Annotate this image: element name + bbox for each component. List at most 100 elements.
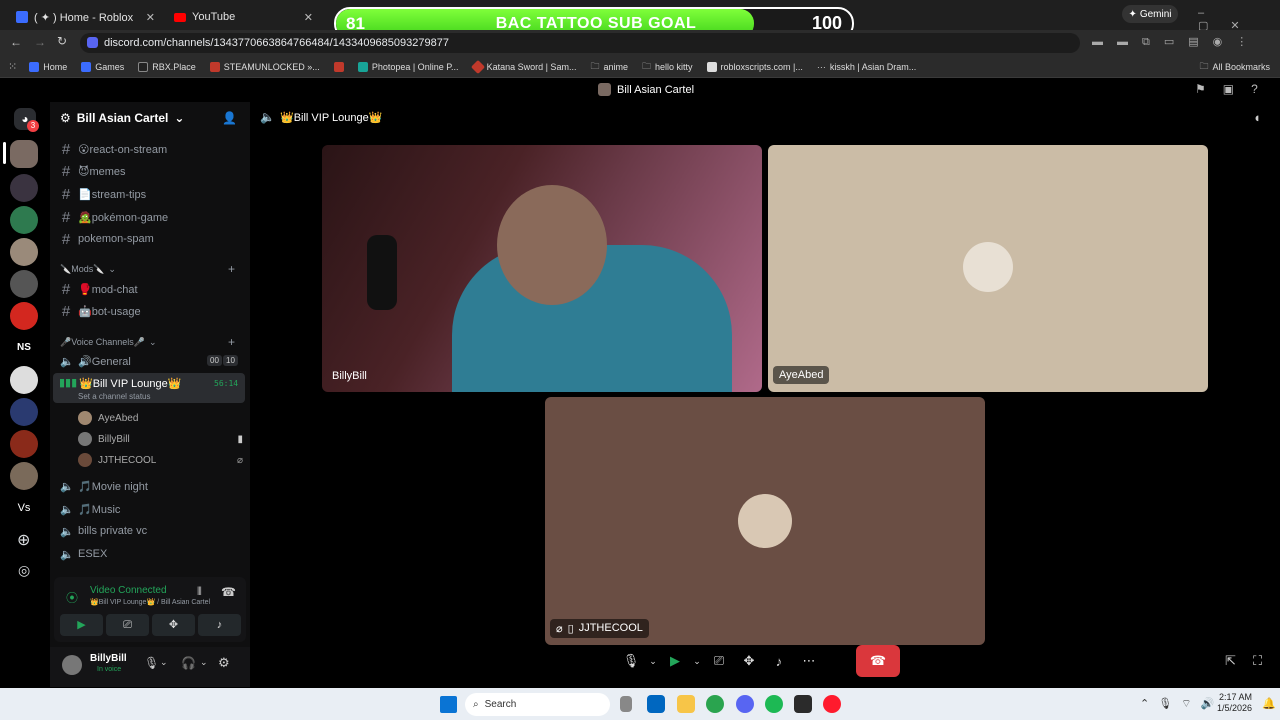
title-bar-icons[interactable]: ⚑▣? bbox=[1195, 82, 1275, 96]
server-icon[interactable] bbox=[10, 270, 38, 298]
tab-roblox[interactable]: ( ✦ ) Home - Roblox ✕ bbox=[8, 4, 163, 30]
chat-bubble-icon[interactable]: ◖ bbox=[1253, 110, 1261, 125]
voice-member[interactable]: JJTHECOOL ⌀ bbox=[78, 451, 243, 469]
server-icon[interactable] bbox=[10, 430, 38, 458]
all-bookmarks[interactable]: 🗀 All Bookmarks bbox=[1199, 59, 1270, 75]
server-ns[interactable]: NS bbox=[10, 334, 38, 362]
voice-channel-bills-private[interactable]: 🔈 bills private vc bbox=[60, 520, 245, 542]
spotify-icon[interactable] bbox=[765, 695, 783, 713]
channel-memes[interactable]: # 😈memes bbox=[60, 160, 245, 182]
voice-channel-music[interactable]: 🔈 🎵Music bbox=[60, 498, 245, 520]
close-tab-icon[interactable]: ✕ bbox=[146, 11, 155, 24]
camera-button[interactable]: ▶ bbox=[660, 646, 690, 676]
activities-button[interactable]: ✥ bbox=[734, 646, 764, 676]
disconnect-icon[interactable]: ☎ bbox=[221, 585, 236, 599]
address-bar[interactable]: discord.com/channels/1343770663864766484… bbox=[80, 33, 1080, 53]
add-server-icon[interactable]: ⊕ bbox=[17, 530, 30, 550]
channel-stream-tips[interactable]: # 📄stream-tips bbox=[60, 183, 245, 205]
activities-button[interactable]: ✥ bbox=[152, 614, 195, 636]
chevron-down-icon[interactable]: ⌄ bbox=[646, 646, 660, 676]
app-icon[interactable] bbox=[794, 695, 812, 713]
leave-call-button[interactable]: ☎ bbox=[856, 645, 900, 677]
discover-icon[interactable]: ◎ bbox=[18, 562, 30, 579]
bookmark-kisskh[interactable]: ··· kisskh | Asian Dram... bbox=[817, 62, 916, 72]
soundboard-button[interactable]: ♪ bbox=[198, 614, 241, 636]
bookmark-robloxscripts[interactable]: robloxscripts.com |... bbox=[706, 61, 803, 72]
settings-gear-icon[interactable]: ⚙ bbox=[218, 655, 230, 671]
voice-member[interactable]: BillyBill ▮ bbox=[78, 430, 243, 448]
fullscreen-icon[interactable]: ⛶ bbox=[1253, 653, 1262, 669]
bookmark-games[interactable]: Games bbox=[81, 61, 124, 72]
server-icon[interactable] bbox=[10, 398, 38, 426]
chevron-down-icon[interactable]: ⌄ bbox=[200, 657, 208, 668]
video-tile-billybill[interactable]: BillyBill bbox=[322, 145, 762, 392]
file-explorer-icon[interactable] bbox=[677, 695, 695, 713]
reload-icon[interactable]: ↻ bbox=[57, 34, 67, 48]
channel-mod-chat[interactable]: # 🥊mod-chat bbox=[60, 278, 245, 300]
channel-react-on-stream[interactable]: # 😮react-on-stream bbox=[60, 138, 245, 160]
channel-bot-usage[interactable]: # 🤖bot-usage bbox=[60, 300, 245, 322]
extension-icons[interactable]: ▬▬⧉▭▤◉⋮ bbox=[1092, 35, 1262, 49]
start-icon[interactable] bbox=[440, 696, 457, 713]
channel-pokemon-spam[interactable]: # pokemon-spam bbox=[60, 228, 245, 250]
server-icon[interactable] bbox=[10, 238, 38, 266]
invite-people-icon[interactable]: 👤 bbox=[222, 111, 237, 125]
server-bill-asian-cartel[interactable] bbox=[10, 140, 38, 168]
add-channel-icon[interactable]: + bbox=[228, 262, 235, 276]
camera-button[interactable]: ▶ bbox=[60, 614, 103, 636]
category-voice[interactable]: 🎤Voice Channels🎤 ⌄ bbox=[60, 337, 240, 348]
add-channel-icon[interactable]: + bbox=[228, 335, 235, 349]
server-icon[interactable] bbox=[10, 302, 38, 330]
avatar[interactable] bbox=[62, 655, 82, 675]
apps-icon[interactable]: ⁙ bbox=[8, 60, 17, 73]
video-tile-ayeabed[interactable]: AyeAbed bbox=[768, 145, 1208, 392]
connection-location[interactable]: 👑Bill VIP Lounge👑 / Bill Asian Cartel bbox=[90, 598, 210, 606]
voice-channel-movie-night[interactable]: 🔈 🎵Movie night bbox=[60, 475, 245, 497]
chevron-down-icon[interactable]: ⌄ bbox=[160, 657, 168, 668]
server-header[interactable]: ⚙ Bill Asian Cartel ⌄ bbox=[60, 111, 240, 125]
bookmark-photopea[interactable]: Photopea | Online P... bbox=[357, 61, 459, 72]
window-controls[interactable]: –▢✕ bbox=[1198, 7, 1280, 32]
bookmark-steamunlocked[interactable]: STEAMUNLOCKED »... bbox=[209, 61, 320, 72]
bookmark-anime[interactable]: 🗀 anime bbox=[590, 59, 628, 75]
chevron-down-icon[interactable]: ⌄ bbox=[690, 646, 704, 676]
headphones-icon[interactable]: 🎧 bbox=[181, 656, 196, 670]
opera-gx-icon[interactable] bbox=[823, 695, 841, 713]
gemini-button[interactable]: ✦ Gemini bbox=[1122, 5, 1178, 23]
task-view-icon[interactable] bbox=[620, 696, 632, 712]
voice-channel-esex[interactable]: 🔈 ESEX bbox=[60, 543, 245, 565]
bookmark-hello-kitty[interactable]: 🗀 hello kitty bbox=[642, 59, 693, 75]
server-icon[interactable] bbox=[10, 462, 38, 490]
voice-channel-general[interactable]: 🔈 🔊General 00 10 bbox=[60, 350, 245, 372]
taskbar-search[interactable]: ⌕ Search bbox=[465, 693, 610, 716]
share-screen-button[interactable]: ⎚ bbox=[704, 646, 734, 676]
server-vs[interactable]: Vs bbox=[10, 494, 38, 522]
server-icon[interactable] bbox=[10, 366, 38, 394]
tab-youtube[interactable]: YouTube ✕ bbox=[166, 4, 321, 30]
notification-bell-icon[interactable]: 🔔 bbox=[1262, 697, 1276, 710]
noise-suppression-icon[interactable]: ⦀ bbox=[197, 586, 202, 599]
bookmark-red[interactable] bbox=[333, 61, 344, 72]
store-icon[interactable] bbox=[647, 695, 665, 713]
soundboard-button[interactable]: ♪ bbox=[764, 646, 794, 676]
back-icon[interactable]: ← bbox=[10, 35, 22, 49]
voice-member[interactable]: AyeAbed bbox=[78, 409, 243, 427]
share-screen-button[interactable]: ⎚ bbox=[106, 614, 149, 636]
category-mods[interactable]: 🔪Mods🔪 ⌄ bbox=[60, 264, 240, 275]
microphone-button[interactable]: 🎙 bbox=[616, 646, 646, 676]
more-options-button[interactable]: ⋯ bbox=[794, 646, 824, 676]
bookmark-home[interactable]: Home bbox=[29, 61, 67, 72]
forward-icon[interactable]: → bbox=[34, 35, 46, 49]
channel-status-input[interactable]: Set a channel status bbox=[78, 392, 151, 401]
microphone-icon[interactable]: 🎙 bbox=[144, 656, 159, 670]
discord-taskbar-icon[interactable] bbox=[736, 695, 754, 713]
chrome-icon[interactable] bbox=[706, 695, 724, 713]
bookmark-katana[interactable]: Katana Sword | Sam... bbox=[470, 59, 576, 74]
pop-out-icon[interactable]: ⇱ bbox=[1225, 653, 1236, 669]
server-icon[interactable] bbox=[10, 174, 38, 202]
channel-pokemon-game[interactable]: # 🧟pokémon-game bbox=[60, 206, 245, 228]
video-tile-jjthecool[interactable]: ⌀ ▯ JJTHECOOL bbox=[545, 397, 985, 645]
server-icon[interactable] bbox=[10, 206, 38, 234]
voice-channel-vip-lounge[interactable]: ▮▮▮ 👑Bill VIP Lounge👑 56:14 Set a channe… bbox=[53, 373, 245, 403]
bookmark-rbxplace[interactable]: RBX.Place bbox=[138, 61, 196, 72]
